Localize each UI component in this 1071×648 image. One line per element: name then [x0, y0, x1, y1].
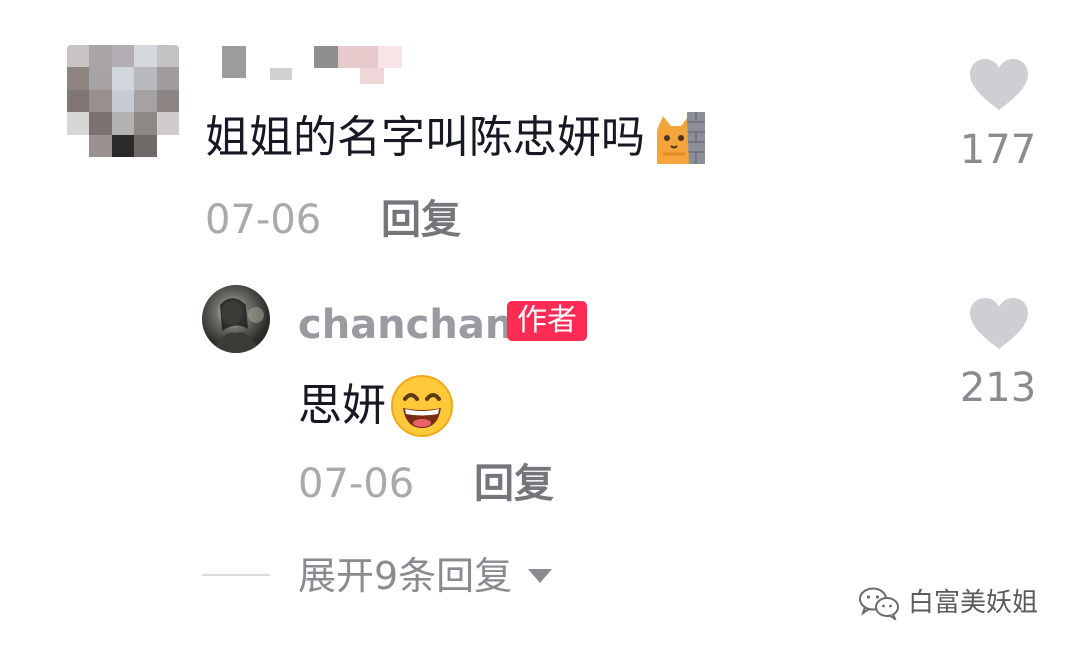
expand-divider	[202, 574, 270, 576]
comment-body: 姐姐的名字叫陈忠妍吗	[205, 110, 707, 166]
comment-like-count: 177	[959, 127, 1037, 173]
reply-body: 思妍	[298, 374, 454, 438]
watermark: 白富美妖姐	[858, 586, 1038, 620]
reply-text: 思妍	[298, 380, 386, 431]
reply-like-count: 213	[959, 365, 1037, 411]
watermark-label: 白富美妖姐	[908, 588, 1039, 618]
expand-replies-label: 展开9条回复	[298, 554, 513, 598]
comment-text: 姐姐的名字叫陈忠妍吗	[205, 112, 645, 163]
comment-date: 07-06	[205, 197, 322, 243]
reply-reply-button[interactable]: 回复	[474, 462, 554, 506]
grinning-face-emoji	[390, 374, 454, 438]
author-avatar[interactable]	[202, 285, 270, 353]
heart-icon[interactable]	[968, 297, 1030, 351]
author-username[interactable]: chanchan	[298, 303, 513, 347]
reply-date: 07-06	[298, 461, 415, 507]
commenter-avatar[interactable]	[67, 45, 179, 157]
expand-replies-button[interactable]: 展开9条回复	[298, 554, 554, 598]
caret-down-icon	[528, 569, 553, 583]
comment-reply-button[interactable]: 回复	[381, 198, 461, 242]
heart-icon[interactable]	[968, 58, 1030, 112]
commenter-username-blurred[interactable]	[222, 44, 412, 86]
wechat-icon	[859, 587, 899, 620]
author-badge: 作者	[507, 301, 587, 341]
cat-peeking-emoji	[651, 110, 707, 166]
